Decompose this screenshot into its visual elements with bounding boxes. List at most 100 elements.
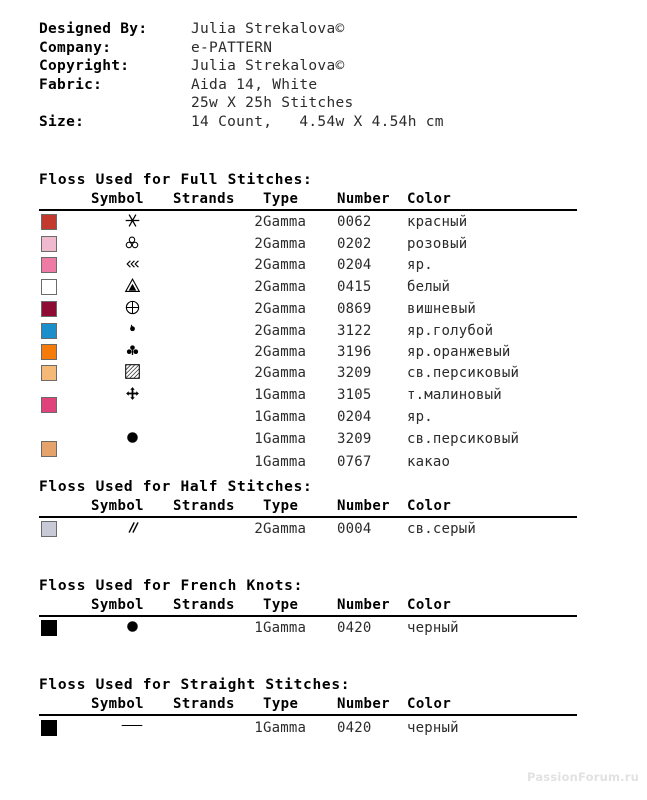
color-name-cell: черный	[407, 620, 459, 636]
color-name-cell: св.серый	[407, 521, 477, 537]
swatch-cell	[39, 210, 91, 233]
number-cell: 3209	[337, 431, 372, 447]
color-name-cell: яр.оранжевый	[407, 343, 511, 360]
number-cell: 0204	[337, 257, 372, 274]
filled-circle-icon	[121, 428, 143, 447]
column-header-number: Number	[337, 696, 390, 712]
filled-circle-icon	[121, 617, 143, 636]
table-row: 2 Gamma 0202 розовый	[39, 233, 577, 255]
color-name-cell: белый	[407, 279, 451, 295]
swatch-cell	[39, 405, 91, 428]
type-cell: Gamma	[263, 386, 307, 403]
table-row: 1 Gamma 0420 черный	[39, 616, 577, 639]
table-row: 2 Gamma 3209 св.персиковый	[39, 362, 577, 384]
symbol-cell	[91, 616, 173, 639]
swatch-cell	[39, 255, 91, 277]
swatch-cell	[39, 384, 91, 413]
swatch-cell	[39, 320, 91, 341]
swatch-cell	[39, 341, 91, 362]
column-header-strands: Strands	[173, 191, 235, 207]
club-filled-icon	[121, 341, 143, 360]
strands-cell: 1	[254, 620, 263, 636]
strands-cell: 1	[254, 453, 263, 470]
number-cell: 3105	[337, 386, 372, 403]
info-value: e-PATTERN	[191, 39, 273, 56]
color-swatch	[41, 322, 57, 339]
info-row: Designed By: Julia Strekalova©	[39, 21, 599, 40]
swatch-cell	[39, 276, 91, 298]
info-row: Size: 14 Count, 4.54w X 4.54h cm	[39, 114, 599, 133]
four-way-arrow-icon	[121, 384, 143, 403]
triangle-nested-icon	[121, 276, 143, 295]
section-title: Floss Used for Straight Stitches:	[39, 677, 351, 693]
strands-cell: 2	[254, 235, 263, 252]
site-watermark: PassionForum.ru	[527, 770, 639, 784]
table-row: 1 Gamma 0767 какао	[39, 450, 577, 473]
number-cell: 0420	[337, 719, 372, 736]
info-label: Designed By:	[39, 21, 148, 37]
info-value: Julia Strekalova©	[191, 21, 345, 37]
type-cell: Gamma	[263, 279, 307, 295]
info-label: Copyright:	[39, 58, 130, 74]
color-swatch	[41, 719, 57, 736]
table-row: 2 Gamma 0062 красный	[39, 210, 577, 233]
number-cell: 0062	[337, 214, 372, 230]
info-value: 25w X 25h Stitches	[191, 95, 354, 111]
symbol-cell	[91, 450, 173, 473]
type-cell: Gamma	[263, 343, 307, 360]
column-header-strands: Strands	[173, 498, 235, 514]
floss-table: Symbol Strands Type Number Color 1 Gamma 0420 че…	[39, 696, 577, 739]
info-value: 14 Count, 4.54w X 4.54h cm	[191, 113, 444, 130]
strands-cell: 2	[254, 322, 263, 339]
strands-cell: 1	[254, 719, 263, 736]
column-header-number: Number	[337, 191, 390, 207]
number-cell: 0202	[337, 235, 372, 252]
floss-table: Symbol Strands Type Number Color 1 Gamma 0420 че…	[39, 597, 577, 639]
info-label: Company:	[39, 39, 112, 56]
color-swatch	[41, 521, 57, 537]
section-full-stitches: Floss Used for Full Stitches: Symbol Stran…	[39, 172, 619, 473]
column-header-swatch	[39, 696, 91, 715]
color-name-cell: яр.	[407, 257, 433, 274]
type-cell: Gamma	[263, 620, 307, 636]
column-header-symbol: Symbol	[91, 696, 144, 712]
symbol-cell	[91, 384, 173, 405]
table-row: 2 Gamma 0869 вишневый	[39, 298, 577, 320]
no-symbol	[121, 450, 143, 469]
color-name-cell: какао	[407, 453, 451, 470]
info-label: Size:	[39, 113, 85, 130]
swatch-cell	[39, 616, 91, 639]
type-cell: Gamma	[263, 301, 307, 317]
type-cell: Gamma	[263, 257, 307, 274]
table-row: 1 Gamma 3105 т.малиновый	[39, 384, 577, 413]
table-header-row: Symbol Strands Type Number Color	[39, 696, 577, 715]
symbol-cell	[91, 517, 173, 540]
color-name-cell: яр.голубой	[407, 322, 494, 339]
column-header-type: Type	[263, 597, 299, 613]
number-cell: 0415	[337, 279, 372, 295]
color-swatch	[41, 235, 57, 252]
swatch-cell	[39, 715, 91, 739]
column-header-color: Color	[407, 696, 452, 712]
strands-cell: 2	[254, 521, 263, 537]
type-cell: Gamma	[263, 365, 307, 381]
column-header-type: Type	[263, 696, 299, 712]
color-name-cell: красный	[407, 214, 468, 230]
swatch-cell	[39, 517, 91, 540]
triple-chevron-left-icon	[121, 255, 143, 274]
section-title: Floss Used for French Knots:	[39, 578, 304, 594]
horizontal-line-icon	[121, 716, 143, 735]
no-symbol	[121, 405, 143, 424]
info-value: Aida 14, White	[191, 76, 318, 93]
color-swatch	[41, 343, 57, 360]
type-cell: Gamma	[263, 322, 307, 339]
info-row: Company: e-PATTERN	[39, 40, 599, 59]
type-cell: Gamma	[263, 719, 307, 736]
type-cell: Gamma	[263, 431, 307, 447]
swatch-cell	[39, 298, 91, 320]
number-cell: 0869	[337, 301, 372, 317]
floss-table: Symbol Strands Type Number Color 2 Gamma 0062 кр…	[39, 191, 577, 473]
info-row: 25w X 25h Stitches	[39, 95, 599, 114]
hatched-square-icon	[121, 362, 143, 381]
section-straight-stitches: Floss Used for Straight Stitches: Symbol S…	[39, 677, 619, 739]
